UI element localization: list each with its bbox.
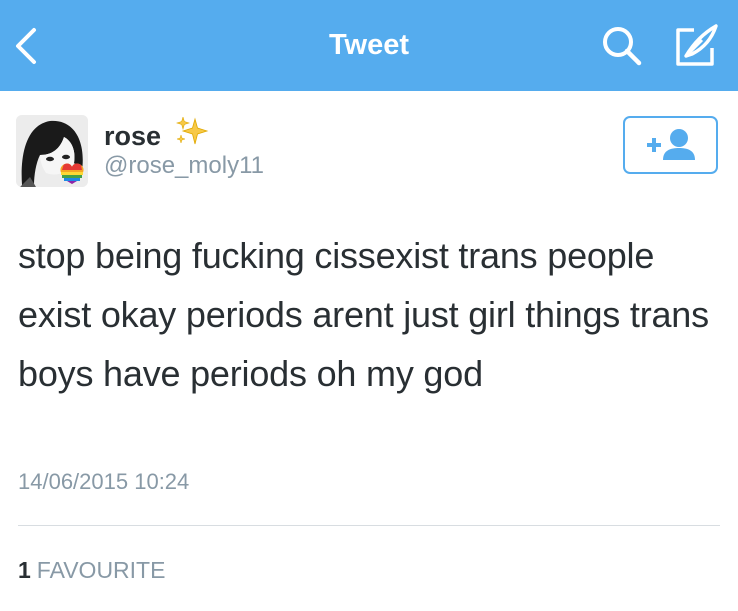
navigation-bar: Tweet: [0, 0, 738, 91]
avatar-image: [16, 115, 88, 187]
follow-button[interactable]: [623, 116, 718, 174]
tweet-detail: rose @rose_moly11 stop being fucking cis…: [0, 91, 738, 611]
divider: [18, 525, 720, 526]
username[interactable]: @rose_moly11: [104, 152, 264, 180]
favourites-count: 1: [18, 557, 31, 583]
search-button[interactable]: [600, 24, 644, 68]
chevron-left-icon: [16, 28, 36, 64]
display-name-text: rose: [104, 121, 162, 151]
favourites-label: FAVOURITE: [36, 557, 166, 583]
tweet-text: stop being fucking cissexist trans peopl…: [18, 235, 709, 394]
tweet-timestamp: 14/06/2015 10:24: [18, 469, 190, 494]
search-icon: [603, 27, 642, 66]
follow-user-icon: [647, 129, 695, 160]
avatar[interactable]: [16, 115, 88, 187]
sparkles-icon: [175, 117, 208, 145]
compose-tweet-button[interactable]: [672, 22, 722, 70]
compose-tweet-icon: [676, 24, 718, 66]
display-name[interactable]: rose: [104, 117, 209, 152]
favourites-stat[interactable]: 1 FAVOURITE: [18, 557, 165, 584]
back-button[interactable]: [8, 22, 48, 70]
